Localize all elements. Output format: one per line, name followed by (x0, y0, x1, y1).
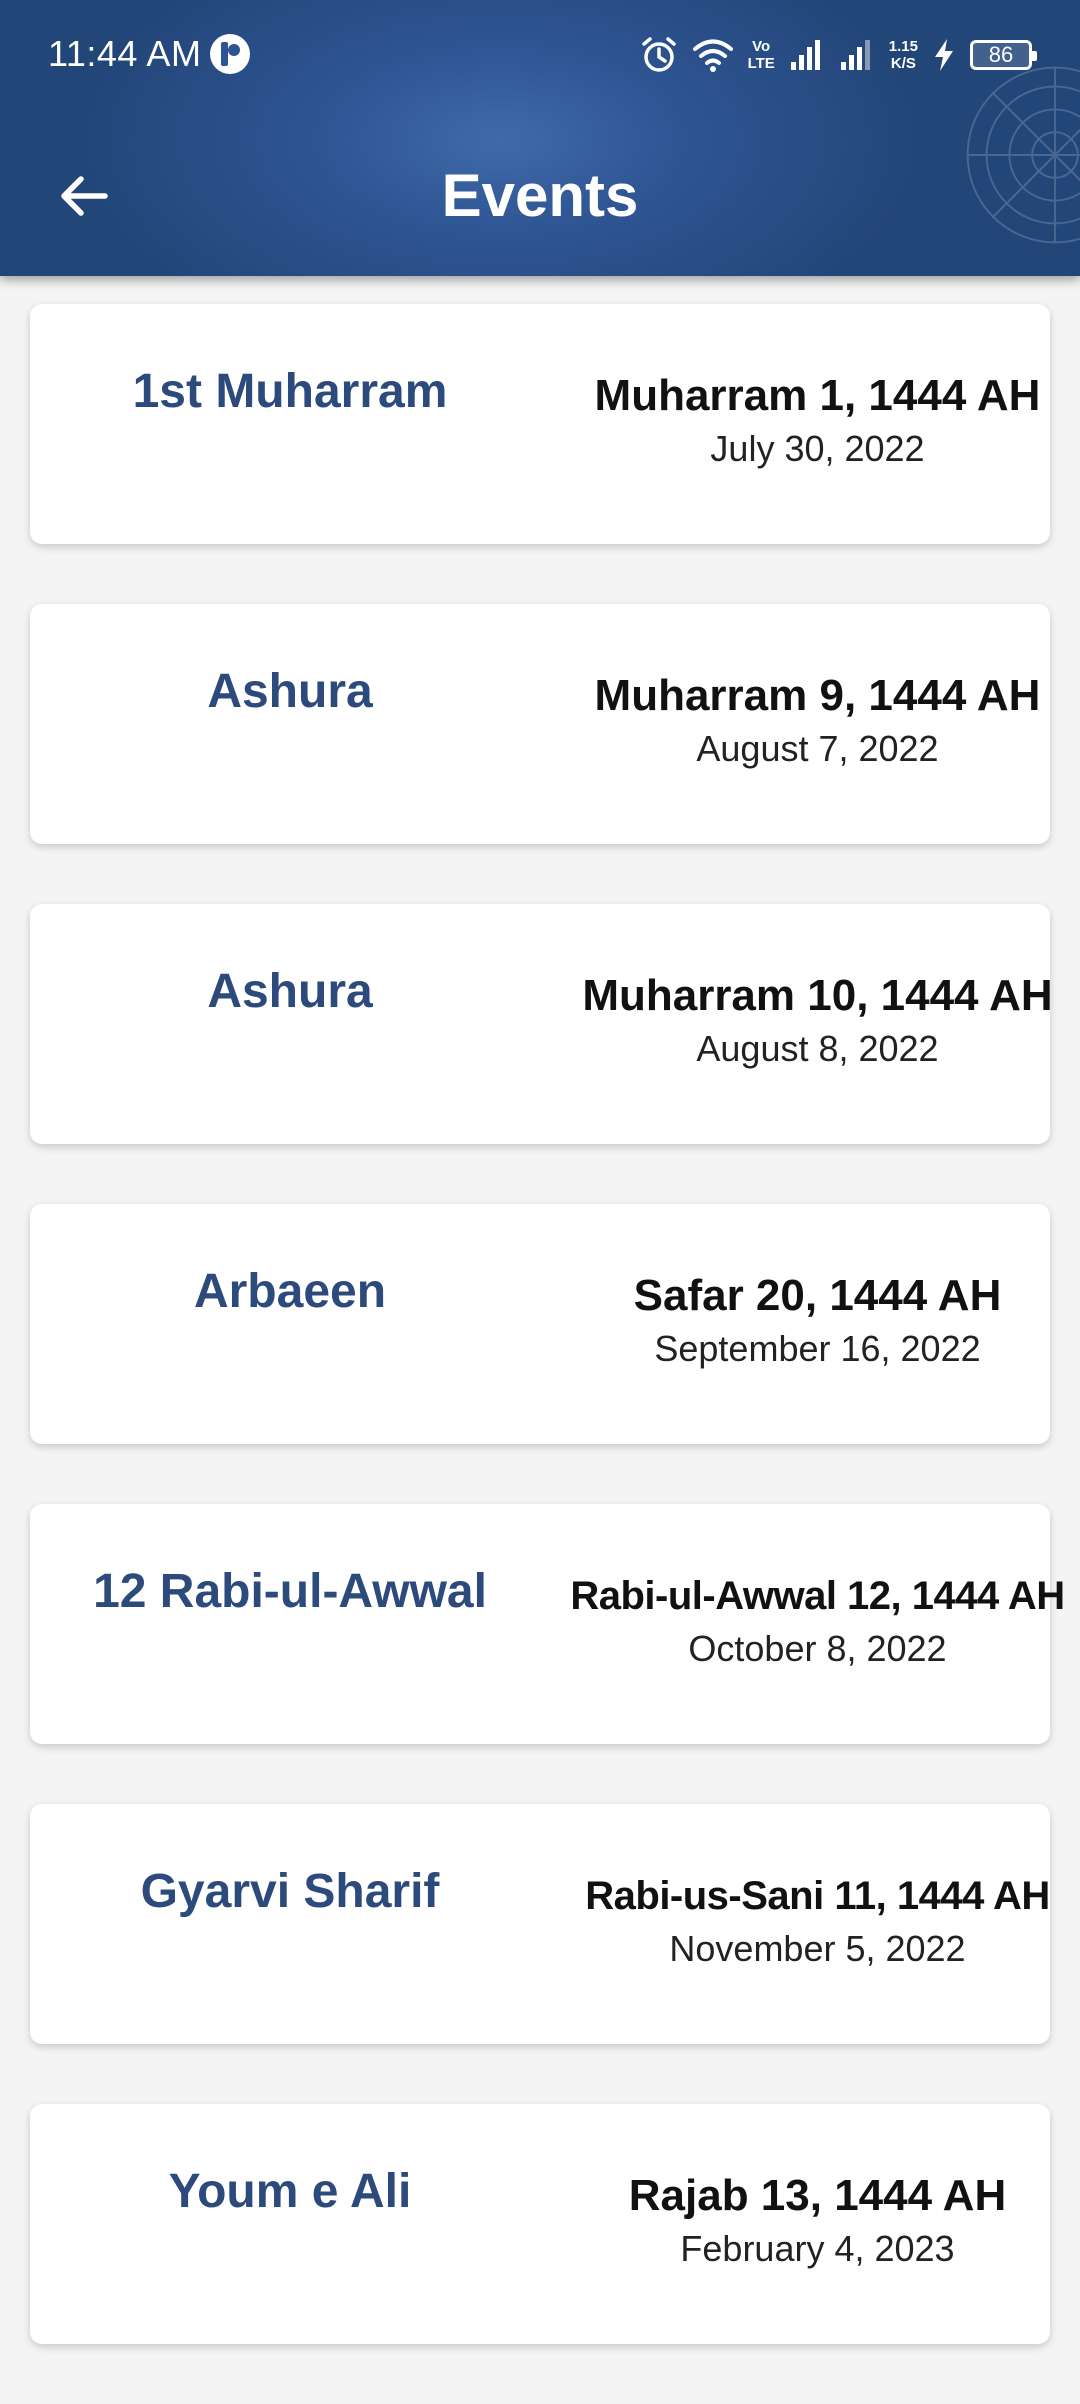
event-card[interactable]: 12 Rabi-ul-Awwal Rabi-ul-Awwal 12, 1444 … (30, 1504, 1065, 1744)
event-name: Arbaeen (193, 1265, 387, 1318)
hijri-date: Rabi-ul-Awwal 12, 1444 AH (570, 1574, 1065, 1618)
signal-icon (790, 40, 820, 70)
gregorian-date: August 8, 2022 (696, 1028, 939, 1069)
network-top-text: Vo (752, 38, 771, 55)
gregorian-date: August 7, 2022 (696, 728, 939, 769)
app-header: 11:44 AM Vo LTE 1.15 K/S 86 Events (0, 0, 1080, 276)
event-card[interactable]: Ashura Muharram 10, 1444 AH August 8, 20… (30, 904, 1053, 1144)
hijri-date: Rabi-us-Sani 11, 1444 AH (585, 1874, 1050, 1918)
hijri-date: Muharram 1, 1444 AH (594, 371, 1041, 420)
event-card[interactable]: Youm e Ali Rajab 13, 1444 AH February 4,… (30, 2104, 1050, 2344)
event-card[interactable]: Arbaeen Safar 20, 1444 AH September 16, … (30, 1204, 1050, 1444)
signal-icon (840, 40, 870, 70)
gregorian-date: September 16, 2022 (654, 1328, 981, 1369)
event-card[interactable]: 1st Muharram Muharram 1, 1444 AH July 30… (30, 304, 1050, 544)
status-icons: Vo LTE 1.15 K/S 86 (640, 30, 1037, 80)
hijri-date: Muharram 10, 1444 AH (582, 971, 1053, 1020)
event-name: Ashura (207, 665, 373, 718)
alarm-icon (641, 37, 676, 72)
volte-indicator: Vo LTE (748, 38, 775, 72)
speed-value: 1.15 (888, 38, 918, 55)
status-time: 11:44 AM (48, 33, 202, 74)
charging-icon (935, 39, 953, 71)
hijri-date: Rajab 13, 1444 AH (628, 2171, 1007, 2220)
event-dates: Rabi-ul-Awwal 12, 1444 AH October 8, 202… (530, 1568, 1080, 1674)
event-card[interactable]: Ashura Muharram 9, 1444 AH August 7, 202… (30, 604, 1050, 844)
hijri-date: Muharram 9, 1444 AH (594, 671, 1041, 720)
event-dates: Rabi-us-Sani 11, 1444 AH November 5, 202… (530, 1868, 1080, 1974)
wifi-icon (692, 39, 733, 72)
gregorian-date: July 30, 2022 (710, 428, 925, 469)
app-notification-icon (210, 34, 250, 74)
gregorian-date: November 5, 2022 (669, 1928, 966, 1969)
network-bottom-text: LTE (747, 55, 775, 72)
page-title: Events (441, 162, 639, 229)
gregorian-date: February 4, 2023 (680, 2228, 955, 2269)
event-card[interactable]: Gyarvi Sharif Rabi-us-Sani 11, 1444 AH N… (30, 1804, 1050, 2044)
event-name: Gyarvi Sharif (140, 1865, 440, 1918)
event-dates: Muharram 10, 1444 AH August 8, 2022 (530, 968, 1080, 1074)
status-bar: 11:44 AM Vo LTE 1.15 K/S 86 (0, 0, 1080, 110)
battery-level: 86 (988, 42, 1014, 67)
events-list: 1st Muharram Muharram 1, 1444 AH July 30… (30, 304, 1065, 2404)
event-dates: Muharram 9, 1444 AH August 7, 2022 (530, 668, 1080, 774)
gregorian-date: October 8, 2022 (688, 1628, 947, 1669)
network-speed: 1.15 K/S (889, 38, 918, 72)
event-name: Youm e Ali (168, 2165, 412, 2218)
battery-icon: 86 (970, 40, 1037, 70)
event-name: Ashura (207, 965, 373, 1018)
event-dates: Safar 20, 1444 AH September 16, 2022 (530, 1268, 1080, 1374)
event-dates: Rajab 13, 1444 AH February 4, 2023 (530, 2168, 1080, 2274)
event-name: 1st Muharram (132, 365, 448, 418)
speed-unit: K/S (890, 55, 916, 72)
event-dates: Muharram 1, 1444 AH July 30, 2022 (530, 368, 1080, 474)
event-name: 12 Rabi-ul-Awwal (93, 1565, 487, 1618)
hijri-date: Safar 20, 1444 AH (633, 1271, 1002, 1320)
